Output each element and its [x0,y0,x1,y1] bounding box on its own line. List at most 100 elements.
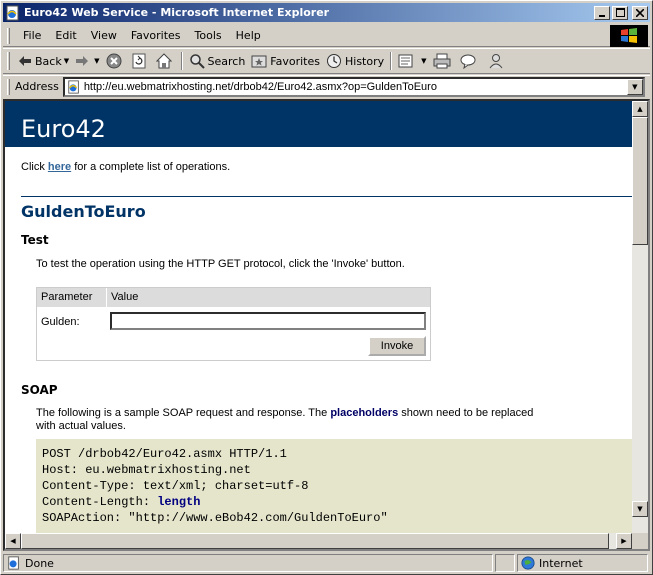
operation-title: GuldenToEuro [21,202,146,221]
windows-flag-icon [621,28,637,43]
vertical-scroll-thumb[interactable] [632,117,648,245]
test-section-title: Test [21,233,49,247]
stop-icon [106,53,121,69]
back-label: Back [35,54,62,68]
test-form: Parameter Value Gulden: Invoke [36,287,431,361]
scroll-left-button[interactable]: ◀ [5,533,21,549]
scroll-up-button[interactable]: ▲ [632,101,648,117]
address-label: Address [15,80,59,93]
history-button[interactable]: History [323,50,387,72]
service-heading: Euro42 [5,101,632,147]
title-bar[interactable]: Euro42 Web Service - Microsoft Internet … [3,3,650,22]
home-button[interactable] [153,50,178,72]
horizontal-scrollbar[interactable]: ◀ ▶ [5,533,632,549]
mail-icon [398,54,413,68]
scrollbar-corner [632,533,648,549]
print-button[interactable] [430,50,457,72]
value-column-header: Value [111,291,139,303]
maximize-button[interactable] [612,5,628,20]
code-line: Content-Type: text/xml; charset=utf-8 [42,479,309,493]
windows-logo [610,25,648,47]
address-bar: Address ▼ [3,75,650,97]
page-done-icon [8,556,19,570]
favorites-icon [251,55,267,68]
menu-view[interactable]: View [84,27,124,44]
forward-arrow-icon [76,56,89,66]
operations-list-link[interactable]: here [48,161,71,173]
menu-file[interactable]: File [16,27,48,44]
placeholders-term: placeholders [330,407,399,419]
parameter-column-header: Parameter [37,288,107,307]
address-dropdown-button[interactable]: ▼ [626,78,643,95]
history-label: History [345,54,385,68]
ie-page-icon [6,5,19,20]
menu-bar: File Edit View Favorites Tools Help [3,25,650,47]
content-length-key: Content-Length: [42,495,158,509]
window-title: Euro42 Web Service - Microsoft Internet … [24,6,330,19]
back-dropdown-icon[interactable]: ▼ [64,57,69,65]
menu-tools[interactable]: Tools [188,27,229,44]
discuss-button[interactable] [457,50,484,72]
vertical-scrollbar[interactable]: ▲ ▼ [632,101,648,533]
soap-request-sample: POST /drbob42/Euro42.asmx HTTP/1.1 Host:… [36,439,632,533]
back-arrow-icon [19,56,31,66]
search-button[interactable]: Search [186,50,249,72]
intro-prefix: Click [21,161,45,173]
refresh-button[interactable] [128,50,153,72]
address-grip[interactable] [7,78,10,95]
arrow-down-icon: ▼ [637,505,643,513]
print-icon [433,53,451,69]
history-icon [327,54,341,68]
mail-button[interactable]: ▼ [395,50,429,72]
search-label: Search [207,54,246,68]
mail-dropdown-icon[interactable]: ▼ [421,57,426,65]
close-button[interactable] [632,5,648,20]
favorites-button[interactable]: Favorites [248,50,323,72]
arrow-right-icon: ▶ [621,537,627,545]
invoke-button[interactable]: Invoke [368,336,426,356]
status-zone: Internet [517,554,648,572]
soap-desc-line2: with actual values. [36,420,126,432]
standard-toolbar: Back ▼ ▼ Search Favorites History ▼ [3,48,650,74]
code-line: Host: eu.webmatrixhosting.net [42,463,251,477]
toolbar-grip[interactable] [7,52,10,70]
search-icon [189,54,205,69]
ie-page-icon [68,79,79,94]
gulden-input[interactable] [110,312,426,330]
back-button[interactable]: Back ▼ [15,50,72,72]
stop-button[interactable] [103,50,128,72]
minimize-button[interactable] [594,5,610,20]
forward-button[interactable]: ▼ [72,50,102,72]
forward-dropdown-icon[interactable]: ▼ [94,57,99,65]
code-line: Content-Length: length [42,494,626,510]
messenger-button[interactable] [484,50,511,72]
refresh-icon [132,53,145,69]
messenger-icon [489,54,502,69]
gulden-label: Gulden: [41,316,80,328]
soap-desc-prefix: The following is a sample SOAP request a… [36,407,328,419]
code-line: POST /drbob42/Euro42.asmx HTTP/1.1 [42,447,287,461]
favorites-label: Favorites [270,54,320,68]
browser-content: Euro42 Click here for a complete list of… [3,99,650,551]
arrow-left-icon: ◀ [10,537,16,545]
horizontal-scroll-thumb[interactable] [21,533,609,549]
home-icon [155,53,172,69]
address-input[interactable] [83,80,627,93]
minimize-icon [599,14,605,17]
menu-favorites[interactable]: Favorites [124,27,188,44]
scroll-right-button[interactable]: ▶ [616,533,632,549]
soap-desc-suffix: shown need to be replaced [401,407,534,419]
menu-help[interactable]: Help [229,27,268,44]
status-pane-empty [495,554,515,572]
menu-edit[interactable]: Edit [48,27,83,44]
test-table-header: Parameter Value [37,288,430,307]
section-divider [21,196,632,197]
status-main: Done [3,554,493,572]
zone-text: Internet [539,556,583,570]
scroll-down-button[interactable]: ▼ [632,501,648,517]
web-page: Euro42 Click here for a complete list of… [5,101,632,533]
arrow-up-icon: ▲ [637,105,643,113]
menu-grip[interactable] [7,27,10,44]
address-box[interactable]: ▼ [62,76,645,97]
intro-text: Click here for a complete list of operat… [21,161,230,173]
